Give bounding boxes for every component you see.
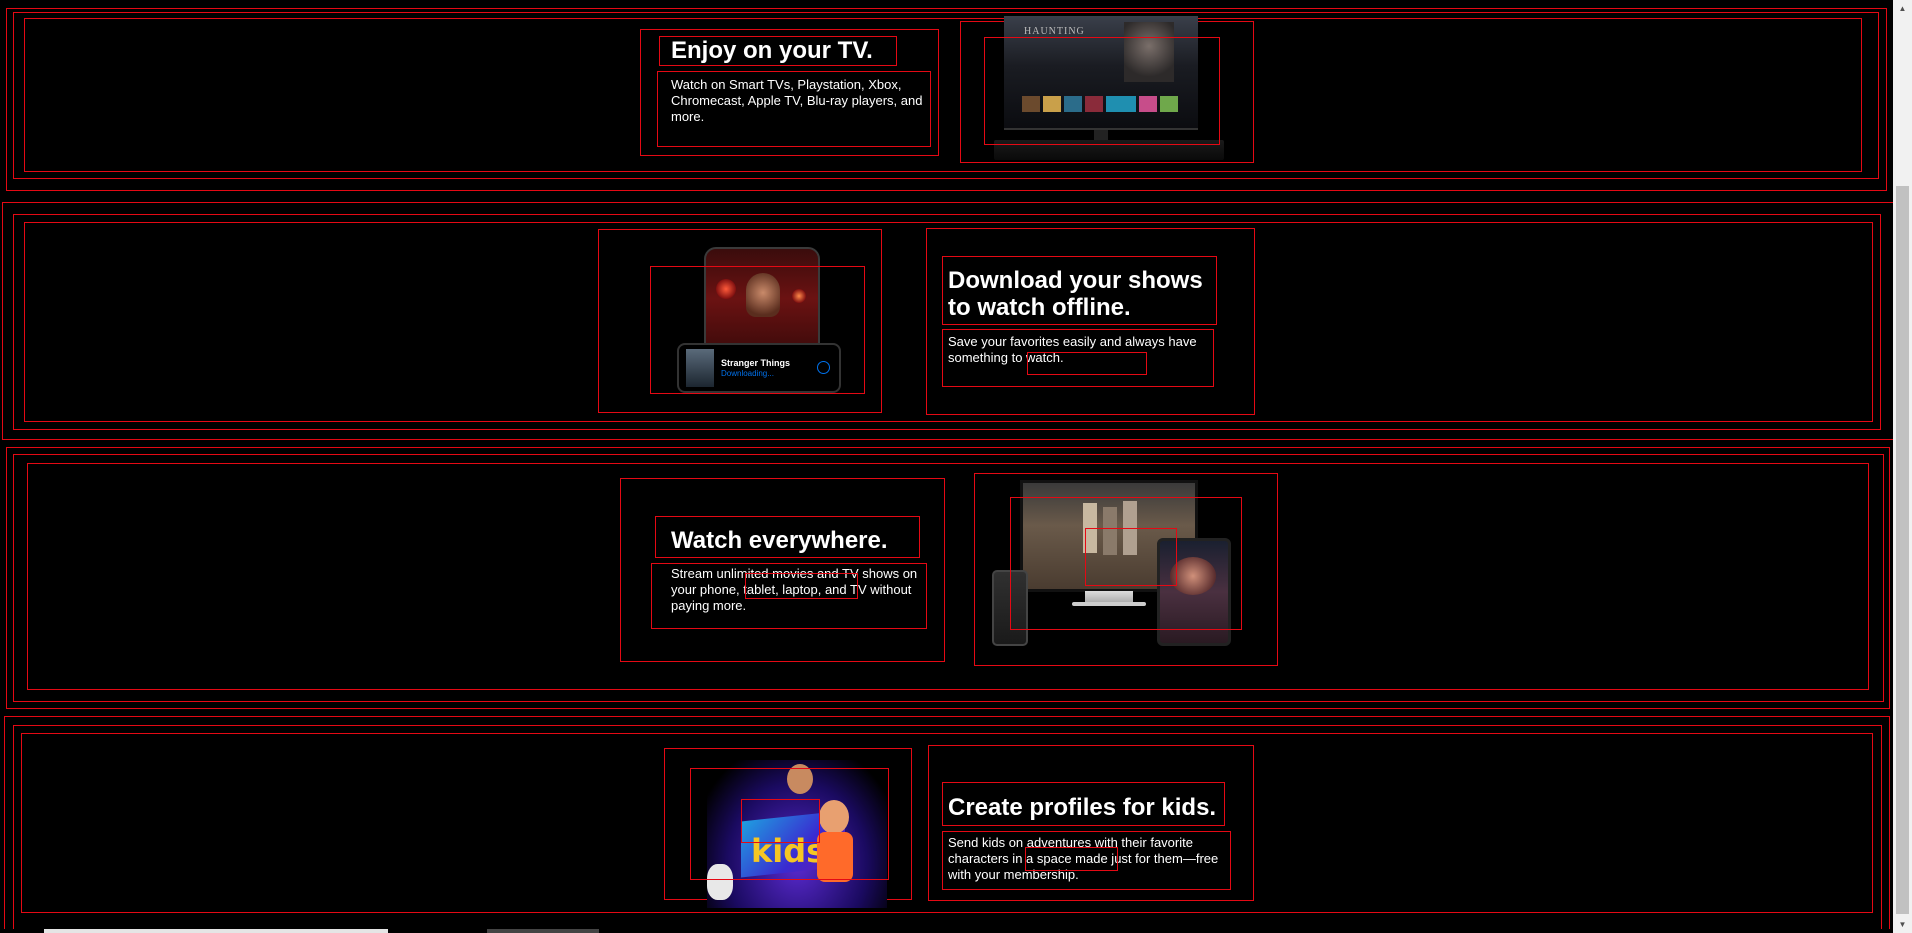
download-progress-icon [817, 361, 830, 374]
horizontal-scrollbar-segment [487, 929, 599, 933]
section-kids-desc-inner [1025, 847, 1118, 871]
section-kids-title: Create profiles for kids. [948, 794, 1217, 821]
vertical-scrollbar[interactable]: ▲ ▼ [1893, 0, 1912, 933]
page-viewport: Enjoy on your TV. Watch on Smart TVs, Pl… [0, 0, 1893, 933]
section-everywhere-desc-inner [745, 573, 858, 599]
tv-screen-show-title: HAUNTING [1024, 26, 1085, 37]
section-everywhere-image-inner-2 [1085, 528, 1177, 586]
download-card-status: Downloading... [721, 369, 774, 378]
section-everywhere-inner [27, 463, 1869, 690]
scroll-up-arrow-icon[interactable]: ▲ [1893, 0, 1912, 17]
download-card: Stranger Things Downloading... [677, 343, 841, 393]
vertical-scrollbar-thumb[interactable] [1896, 186, 1909, 914]
section-everywhere-title: Watch everywhere. [671, 527, 888, 554]
section-tv-description: Watch on Smart TVs, Playstation, Xbox, C… [671, 77, 923, 124]
download-card-show-title: Stranger Things [721, 358, 791, 368]
horizontal-scrollbar[interactable] [0, 929, 1893, 933]
section-download-title: Download your shows to watch offline. [948, 267, 1203, 321]
horizontal-scrollbar-thumb[interactable] [44, 929, 388, 933]
section-tv-title: Enjoy on your TV. [671, 37, 873, 64]
download-card-thumbnail [686, 349, 714, 387]
section-tv-inner [24, 18, 1862, 172]
scroll-down-arrow-icon[interactable]: ▼ [1893, 916, 1912, 933]
section-kids-image-inner-2 [741, 799, 820, 843]
section-download-desc-inner [1027, 352, 1147, 375]
section-tv-image-inner [984, 37, 1220, 145]
